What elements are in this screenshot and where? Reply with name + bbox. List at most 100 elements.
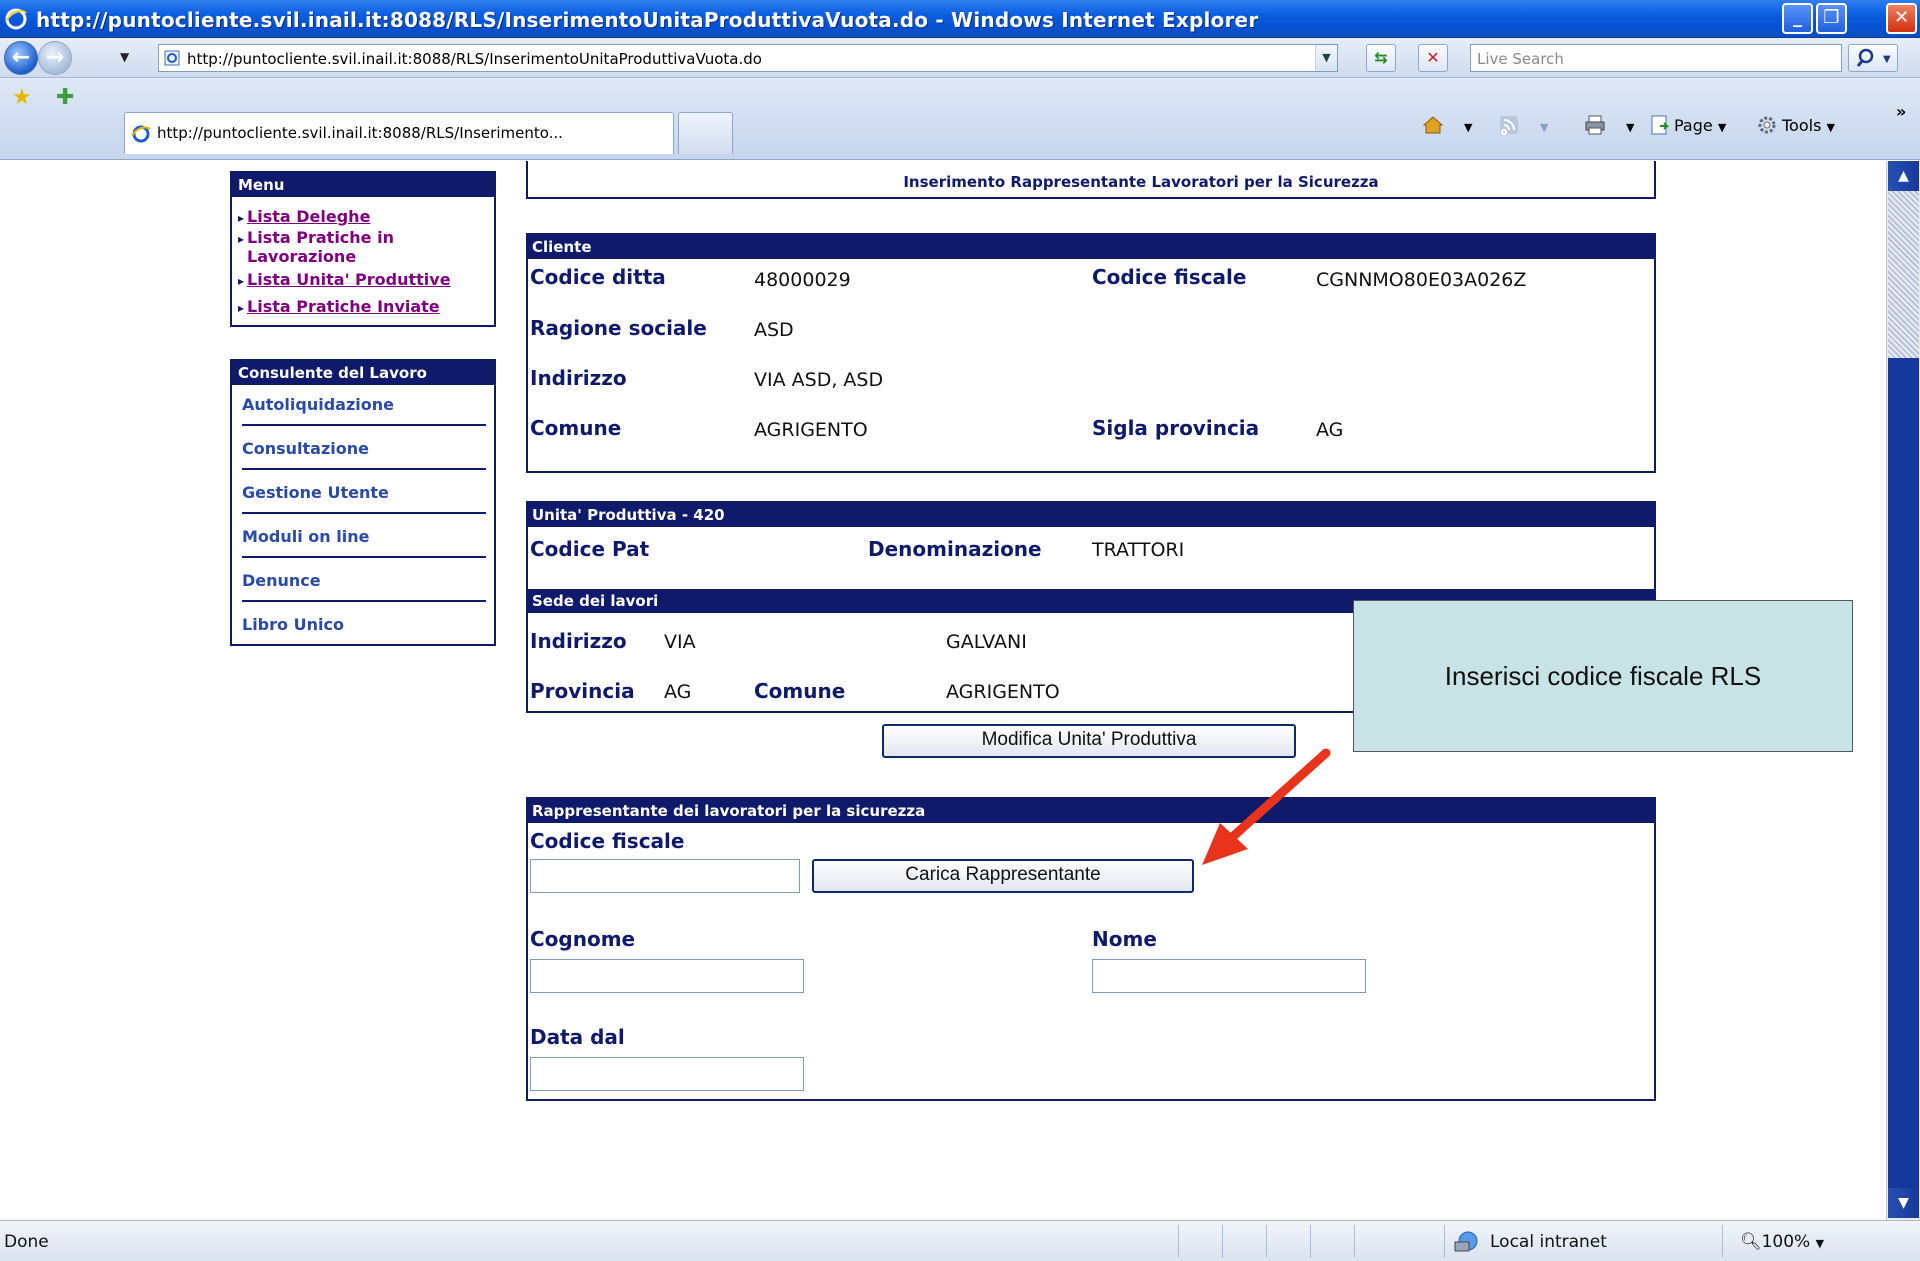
nav-moduli-on-line[interactable]: Moduli on line: [242, 527, 486, 558]
favorites-star-icon[interactable]: ★: [12, 85, 32, 110]
sede-provincia-value: AG: [664, 681, 692, 703]
print-icon[interactable]: [1584, 114, 1606, 136]
consulente-title: Consulente del Lavoro: [232, 361, 494, 385]
forward-button[interactable]: →: [38, 41, 72, 75]
refresh-button[interactable]: ⇆: [1366, 44, 1396, 72]
search-button[interactable]: ▼: [1848, 44, 1898, 72]
tab-bar: ★ ✚ http://puntocliente.svil.inail.it:80…: [0, 78, 1920, 160]
tools-menu[interactable]: Tools ▼: [1782, 116, 1835, 135]
ragione-sociale-label: Ragione sociale: [530, 316, 707, 340]
codice-fiscale-label: Codice fiscale: [1092, 265, 1247, 289]
page-menu-label: Page: [1674, 116, 1713, 135]
menu-link-label-line2: Lavorazione: [247, 247, 357, 266]
title-bar: http://puntocliente.svil.inail.it:8088/R…: [0, 0, 1920, 38]
rls-codice-fiscale-input[interactable]: [530, 859, 800, 893]
sede-indirizzo-label: Indirizzo: [530, 629, 627, 653]
menu-link-lista-pratiche-inviate[interactable]: Lista Pratiche Inviate: [238, 297, 440, 316]
back-arrow-icon: ←: [11, 45, 31, 70]
minimize-button[interactable]: _: [1782, 3, 1813, 34]
tools-gear-icon[interactable]: [1756, 114, 1778, 136]
tools-menu-label: Tools: [1782, 116, 1822, 135]
feeds-icon[interactable]: [1498, 114, 1520, 136]
ie-logo-icon: [5, 8, 27, 30]
nome-label: Nome: [1092, 927, 1157, 951]
more-commands-icon[interactable]: »: [1896, 102, 1906, 121]
page-title: Inserimento Rappresentante Lavoratori pe…: [903, 173, 1379, 191]
sede-comune-label: Comune: [754, 679, 846, 703]
scroll-thumb[interactable]: [1888, 358, 1919, 1188]
indirizzo-label: Indirizzo: [530, 366, 627, 390]
nome-input[interactable]: [1092, 959, 1366, 993]
maximize-button[interactable]: ❐: [1816, 3, 1847, 34]
sigla-provincia-label: Sigla provincia: [1092, 416, 1260, 440]
sede-indirizzo-tipo: VIA: [664, 631, 696, 653]
menu-link-label: Lista Pratiche in: [247, 228, 394, 247]
zoom-level[interactable]: 🔍︎100% ▼: [1740, 1232, 1824, 1252]
history-dropdown-icon[interactable]: ▼: [120, 50, 129, 64]
scroll-track[interactable]: [1888, 191, 1919, 358]
feeds-dropdown-icon: ▼: [1540, 121, 1549, 134]
svg-text:▼: ▼: [1883, 54, 1891, 65]
search-input[interactable]: Live Search: [1470, 44, 1842, 72]
menu-link-label: Lista Unita' Produttive: [247, 270, 451, 289]
menu-title: Menu: [232, 173, 494, 197]
page-menu[interactable]: Page ▼: [1674, 116, 1726, 135]
menu-link-lista-deleghe[interactable]: Lista Deleghe: [238, 207, 370, 226]
cliente-title: Cliente: [528, 235, 1654, 259]
unita-produttiva-title: Unita' Produttiva - 420: [528, 503, 1654, 527]
stop-button[interactable]: ✕: [1418, 44, 1448, 72]
codice-pat-label: Codice Pat: [530, 537, 650, 561]
home-dropdown-icon[interactable]: ▼: [1464, 121, 1472, 134]
zoom-text: 100%: [1761, 1232, 1811, 1252]
nav-libro-unico[interactable]: Libro Unico: [242, 615, 486, 644]
scroll-up-icon[interactable]: ▲: [1888, 161, 1919, 191]
denominazione-label: Denominazione: [868, 537, 1042, 561]
tab-current[interactable]: http://puntocliente.svil.inail.it:8088/R…: [124, 112, 674, 154]
back-button[interactable]: ←: [4, 41, 38, 75]
zoom-icon: 🔍︎: [1740, 1232, 1762, 1252]
red-arrow-icon: [1202, 748, 1331, 865]
tab-label: http://puntocliente.svil.inail.it:8088/R…: [157, 124, 563, 142]
ie-page-icon: [131, 125, 151, 143]
local-intranet-icon: [1454, 1231, 1478, 1252]
nav-gestione-utente[interactable]: Gestione Utente: [242, 483, 486, 514]
carica-rappresentante-button[interactable]: Carica Rappresentante: [812, 859, 1194, 893]
add-favorite-icon[interactable]: ✚: [56, 85, 74, 110]
data-dal-label: Data dal: [530, 1025, 625, 1049]
url-field[interactable]: http://puntocliente.svil.inail.it:8088/R…: [158, 44, 1338, 72]
sede-indirizzo-nome: GALVANI: [946, 631, 1027, 653]
status-text: Done: [4, 1232, 49, 1252]
home-icon[interactable]: [1422, 114, 1444, 136]
menu-link-label: Lista Deleghe: [247, 207, 371, 226]
scroll-down-icon[interactable]: ▼: [1888, 1188, 1919, 1218]
rls-panel: Rappresentante dei lavoratori per la sic…: [526, 797, 1656, 1101]
page-menu-icon[interactable]: [1648, 114, 1670, 136]
menu-link-lista-pratiche-lavorazione[interactable]: Lista Pratiche inLavorazione: [238, 228, 394, 266]
url-dropdown-icon[interactable]: ▼: [1315, 45, 1337, 71]
denominazione-value: TRATTORI: [1092, 539, 1185, 561]
vertical-scrollbar[interactable]: ▲ ▼: [1886, 161, 1920, 1220]
nav-autoliquidazione[interactable]: Autoliquidazione: [242, 395, 486, 426]
rls-title: Rappresentante dei lavoratori per la sic…: [528, 799, 1654, 823]
nav-consultazione[interactable]: Consultazione: [242, 439, 486, 470]
nav-denunce[interactable]: Denunce: [242, 571, 486, 602]
search-icon: ▼: [1856, 48, 1891, 67]
sede-provincia-label: Provincia: [530, 679, 635, 703]
cognome-input[interactable]: [530, 959, 804, 993]
zone-text: Local intranet: [1490, 1232, 1607, 1252]
page-icon: [164, 50, 180, 66]
ragione-sociale-value: ASD: [754, 319, 794, 341]
codice-ditta-value: 48000029: [754, 269, 851, 291]
comune-value: AGRIGENTO: [754, 419, 868, 441]
consulente-box: Consulente del Lavoro Autoliquidazione C…: [230, 359, 496, 646]
sigla-provincia-value: AG: [1316, 419, 1344, 441]
menu-link-label: Lista Pratiche Inviate: [247, 297, 440, 316]
data-dal-input[interactable]: [530, 1057, 804, 1091]
new-tab-button[interactable]: [678, 112, 733, 154]
menu-link-lista-unita-produttive[interactable]: Lista Unita' Produttive: [238, 270, 451, 289]
print-dropdown-icon[interactable]: ▼: [1626, 121, 1634, 134]
close-button[interactable]: ✕: [1886, 3, 1917, 34]
window-title: http://puntocliente.svil.inail.it:8088/R…: [36, 8, 1259, 32]
callout-box: Inserisci codice fiscale RLS: [1353, 600, 1853, 752]
forward-arrow-icon: →: [45, 45, 65, 70]
